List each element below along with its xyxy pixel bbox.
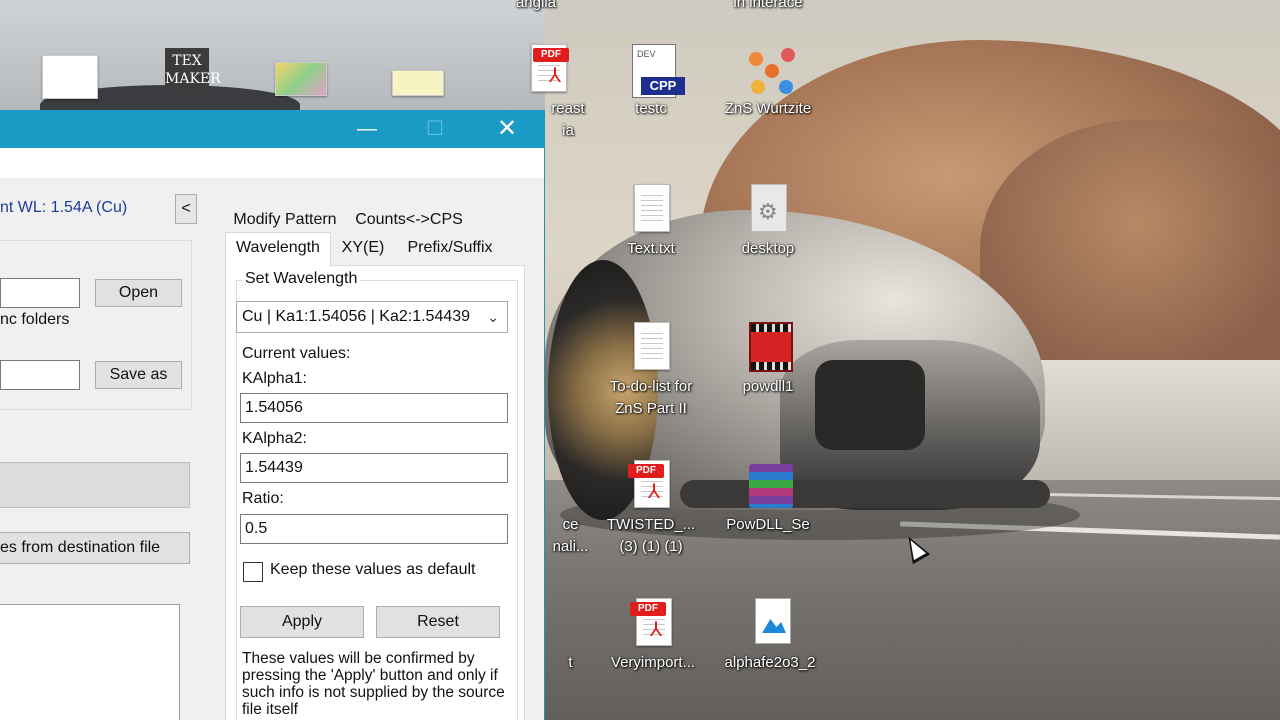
convert-button[interactable]: [0, 462, 190, 508]
desktop-icon-label: powdll1: [742, 378, 794, 395]
apply-button[interactable]: Apply: [240, 606, 364, 638]
document-thumbnail-icon[interactable]: [42, 55, 98, 99]
pdf-icon: PDF ⅄: [525, 44, 571, 98]
image-file-icon: [747, 598, 793, 652]
wavelength-note: These values will be confirmed by pressi…: [242, 650, 505, 718]
desktop-icon-anglia[interactable]: anglia: [488, 0, 584, 14]
close-button[interactable]: ✕: [484, 110, 530, 148]
collapse-panel-button[interactable]: <: [175, 194, 197, 224]
source-path-input[interactable]: [0, 278, 80, 308]
desktop-icon-twisted[interactable]: PDF ⅄ TWISTED_... (3) (1) (1): [603, 460, 699, 558]
window-client-area: nt WL: 1.54A (Cu) < Open nc folders Save…: [0, 148, 544, 720]
destination-file-button[interactable]: es from destination file: [0, 532, 190, 564]
keep-default-label: Keep these values as default: [270, 561, 476, 578]
text-file-icon: [628, 184, 674, 238]
desktop-icon-alphafe2o3[interactable]: alphafe2o3_2: [716, 598, 824, 674]
tab-counts-cps[interactable]: Counts<->CPS: [347, 207, 471, 233]
minimize-button[interactable]: —: [344, 110, 390, 148]
desktop-icon-sublabel: (3) (1) (1): [619, 538, 683, 555]
set-wavelength-title: Set Wavelength: [242, 270, 361, 288]
desktop-icon-label: TWISTED_...: [606, 516, 696, 533]
desktop-icon-testc[interactable]: DEV CPP testc: [603, 44, 699, 120]
desktop-icon-in-interace[interactable]: in interace: [718, 0, 818, 14]
desktop-icon-desktop[interactable]: desktop: [720, 184, 816, 260]
tab-wavelength[interactable]: Wavelength: [225, 232, 331, 266]
desktop-icon-sublabel: ZnS Part II: [615, 400, 687, 417]
text-file-icon: [628, 322, 674, 376]
molecule-icon: [745, 44, 795, 98]
sync-folders-label: nc folders: [0, 311, 70, 328]
open-button[interactable]: Open: [95, 279, 182, 307]
window-titlebar[interactable]: — ☐ ✕: [0, 110, 545, 148]
kalpha2-label: KAlpha2:: [242, 430, 307, 447]
winrar-archive-icon: [745, 460, 793, 514]
wavelength-preset-select[interactable]: Cu | Ka1:1.54056 | Ka2:1.54439 ⌄: [236, 301, 508, 333]
desktop-icon-text-txt[interactable]: Text.txt: [603, 184, 699, 260]
save-as-button[interactable]: Save as: [95, 361, 182, 389]
ratio-input[interactable]: 0.5: [240, 514, 508, 544]
desktop-icon-label: desktop: [741, 240, 795, 257]
current-values-label: Current values:: [242, 345, 351, 362]
desktop-icon-label: alphafe2o3_2: [724, 654, 816, 671]
desktop-icon-zns-wurtzite[interactable]: ZnS Wurtzite: [716, 44, 820, 120]
desktop-icon-veryimport[interactable]: PDF ⅄ Veryimport...: [603, 598, 703, 674]
desktop-icon-label: testc: [635, 100, 667, 117]
keep-default-checkbox[interactable]: [243, 562, 263, 582]
video-file-icon: [745, 322, 793, 376]
tab-prefix-suffix[interactable]: Prefix/Suffix: [397, 235, 503, 261]
destination-file-label: es from destination file: [0, 539, 161, 556]
tab-modify-pattern[interactable]: Modify Pattern: [227, 207, 343, 233]
powdll-window: — ☐ ✕ nt WL: 1.54A (Cu) < Open nc folder…: [0, 110, 545, 720]
pdf-icon: PDF ⅄: [628, 460, 674, 514]
desktop-icon-label: ZnS Wurtzite: [724, 100, 812, 117]
kalpha1-label: KAlpha1:: [242, 370, 307, 387]
log-list-box[interactable]: [0, 604, 180, 720]
chevron-down-icon: ⌄: [487, 309, 499, 325]
kalpha1-input[interactable]: 1.54056: [240, 393, 508, 423]
cpp-file-icon: DEV CPP: [628, 44, 685, 98]
desktop-icon-label: Veryimport...: [610, 654, 696, 671]
desktop-icon-label: in interace: [733, 0, 803, 11]
desktop-icon-to-do-list[interactable]: To-do-list for ZnS Part II: [603, 322, 699, 420]
wavelength-preset-value: Cu | Ka1:1.54056 | Ka2:1.54439: [242, 308, 471, 325]
desktop-icon-label: PowDLL_Se: [726, 516, 810, 533]
current-wavelength-label: nt WL: 1.54A (Cu): [0, 199, 128, 216]
kalpha2-input[interactable]: 1.54439: [240, 453, 508, 483]
pdf-icon: PDF ⅄: [630, 598, 676, 652]
wallpaper-car-grill: [815, 360, 925, 450]
texmaker-icon[interactable]: TEX MAKER: [165, 48, 221, 92]
desktop-icon-label: Text.txt: [627, 240, 675, 257]
desktop-icon-label: anglia: [515, 0, 557, 11]
reset-button[interactable]: Reset: [376, 606, 500, 638]
desktop-icon-powdll-se[interactable]: PowDLL_Se: [720, 460, 816, 536]
settings-file-icon: [745, 184, 791, 238]
maximize-button[interactable]: ☐: [412, 110, 458, 148]
tab-xy-e[interactable]: XY(E): [333, 235, 393, 261]
desktop-icon-powdll1[interactable]: powdll1: [720, 322, 816, 398]
destination-path-input[interactable]: [0, 360, 80, 390]
note-thumbnail-icon[interactable]: [392, 70, 444, 96]
ratio-label: Ratio:: [242, 490, 284, 507]
header-band: [0, 148, 544, 178]
desktop-icon-label: To-do-list for: [609, 378, 693, 395]
image-thumbnail-icon[interactable]: [275, 62, 327, 96]
